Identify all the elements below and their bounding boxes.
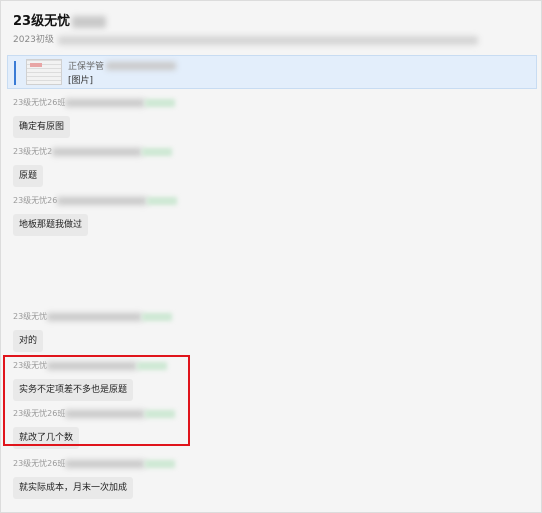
redacted-sender — [47, 362, 138, 370]
chat-subtitle: 2023初级 — [13, 33, 478, 47]
sender-name: 23级无忧26班 — [13, 98, 66, 107]
sender-name: 23级无忧 — [13, 312, 48, 321]
redacted-subtitle — [57, 35, 478, 45]
redacted-sender — [52, 148, 143, 156]
quote-sender: 正保学管 — [68, 59, 177, 72]
message-sender: 23级无忧 — [13, 360, 168, 372]
redacted-sender — [65, 460, 146, 468]
message-item: 23级无忧26 地板那题我做过 — [13, 195, 178, 236]
message-sender: 23级无忧2 — [13, 146, 173, 158]
pinned-quote[interactable]: 正保学管 [图片] — [7, 55, 537, 89]
sender-name: 23级无忧26班 — [13, 409, 66, 418]
redacted-sender-tag — [145, 460, 176, 468]
redacted-sender-tag — [142, 148, 173, 156]
chat-title[interactable]: 23级无忧 — [13, 13, 478, 31]
message-item: 23级无忧26班 就改了几个数 — [13, 408, 176, 449]
message-sender: 23级无忧26班 — [13, 408, 176, 420]
chat-header: 23级无忧 2023初级 — [13, 13, 478, 47]
redacted-sender-tag — [147, 197, 178, 205]
message-item: 23级无忧2 原题 — [13, 146, 173, 187]
redacted-sender-tag — [145, 99, 176, 107]
quote-text: [图片] — [68, 76, 94, 86]
redacted-sender — [57, 197, 148, 205]
sender-name: 23级无忧2 — [13, 147, 53, 156]
message-item: 23级无忧26班 就实际成本，月末一次加成 — [13, 458, 176, 499]
chat-subtitle-text: 2023初级 — [13, 35, 54, 45]
redacted-sender-tag — [142, 313, 173, 321]
message-bubble[interactable]: 对的 — [13, 330, 44, 352]
image-thumbnail[interactable] — [26, 59, 62, 85]
message-sender: 23级无忧26班 — [13, 458, 176, 470]
message-bubble[interactable]: 实务不定项差不多也是原题 — [13, 379, 134, 401]
message-sender: 23级无忧26 — [13, 195, 178, 207]
message-bubble[interactable]: 原题 — [13, 165, 44, 187]
chat-window: 23级无忧 2023初级 正保学管 [图片] 23级无忧26班 确定有原图 23… — [0, 0, 542, 513]
chat-title-text: 23级无忧 — [13, 14, 71, 29]
message-item: 23级无忧26班 确定有原图 — [13, 97, 176, 138]
sender-name: 23级无忧26 — [13, 196, 58, 205]
redacted-sender — [47, 313, 143, 321]
redacted-sender-tag — [145, 410, 176, 418]
message-sender: 23级无忧 — [13, 311, 173, 323]
message-bubble[interactable]: 就实际成本，月末一次加成 — [13, 477, 134, 499]
redacted-sender — [65, 99, 146, 107]
redacted-title — [72, 16, 107, 28]
sender-name: 23级无忧 — [13, 361, 48, 370]
message-bubble[interactable]: 就改了几个数 — [13, 427, 80, 449]
redacted-sender — [65, 410, 146, 418]
message-bubble[interactable]: 确定有原图 — [13, 116, 71, 138]
message-sender: 23级无忧26班 — [13, 97, 176, 109]
message-item: 23级无忧 实务不定项差不多也是原题 — [13, 360, 168, 401]
redacted-quote-sender — [106, 61, 177, 70]
message-item: 23级无忧 对的 — [13, 311, 173, 352]
redacted-sender-tag — [137, 362, 168, 370]
message-bubble[interactable]: 地板那题我做过 — [13, 214, 89, 236]
quote-accent-bar — [14, 61, 16, 85]
sender-name: 23级无忧26班 — [13, 459, 66, 468]
quote-sender-name: 正保学管 — [68, 62, 105, 72]
